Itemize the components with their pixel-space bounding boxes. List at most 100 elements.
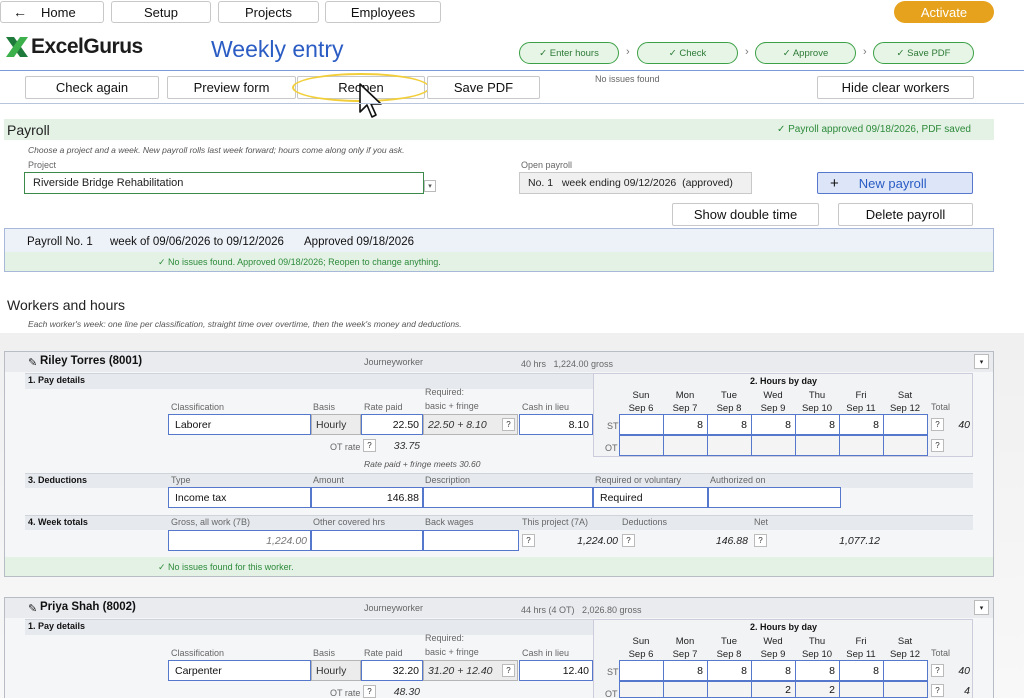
- step-approve[interactable]: ✓ Approve: [755, 42, 856, 64]
- hours-cell[interactable]: [619, 660, 664, 681]
- worker-header: [5, 598, 993, 618]
- ot-cell[interactable]: [619, 435, 664, 456]
- hours-cell[interactable]: 8: [751, 414, 796, 435]
- ot-cell[interactable]: [883, 435, 928, 456]
- back-wages-input[interactable]: [423, 530, 519, 551]
- ot-cell[interactable]: [751, 435, 796, 456]
- st-label: ST: [607, 667, 619, 677]
- pencil-icon[interactable]: ✎: [28, 602, 37, 615]
- section-bar: [25, 473, 973, 488]
- deduction-description-input[interactable]: [423, 487, 593, 508]
- day-header: Tue Sep 8: [716, 636, 742, 660]
- pencil-icon[interactable]: ✎: [28, 356, 37, 369]
- employees-button[interactable]: Employees: [325, 1, 441, 23]
- help-icon[interactable]: ?: [931, 418, 944, 431]
- help-icon[interactable]: ?: [931, 684, 944, 697]
- help-icon[interactable]: ?: [502, 418, 515, 431]
- activate-button[interactable]: Activate: [894, 1, 994, 23]
- help-icon[interactable]: ?: [754, 534, 767, 547]
- hours-cell[interactable]: 8: [839, 414, 884, 435]
- basis-input[interactable]: Hourly: [311, 660, 361, 681]
- deduction-type-input[interactable]: Income tax: [168, 487, 311, 508]
- help-icon[interactable]: ?: [931, 439, 944, 452]
- deductions-total-label: Deductions: [622, 517, 668, 527]
- deduction-required-input[interactable]: Required: [593, 487, 708, 508]
- ot-rate-value: 48.30: [393, 686, 420, 698]
- home-button[interactable]: ← Home: [0, 1, 104, 23]
- hours-cell[interactable]: [883, 414, 928, 435]
- help-icon[interactable]: ?: [363, 439, 376, 452]
- ot-cell[interactable]: [839, 681, 884, 698]
- arrow-left-icon: ←: [13, 4, 27, 20]
- hide-clear-workers-button[interactable]: Hide clear workers: [817, 76, 974, 99]
- total-label: Total: [931, 648, 951, 658]
- rate-paid-label: Rate paid: [364, 402, 403, 412]
- hours-cell[interactable]: 8: [751, 660, 796, 681]
- chevron-right-icon: ›: [745, 46, 749, 58]
- step-enter-hours[interactable]: ✓ Enter hours: [519, 42, 619, 64]
- projects-button[interactable]: Projects: [218, 1, 319, 23]
- ot-cell[interactable]: [795, 435, 840, 456]
- step-save-pdf[interactable]: ✓ Save PDF: [873, 42, 974, 64]
- ot-cell[interactable]: [707, 435, 752, 456]
- pay-details-label: 1. Pay details: [28, 621, 86, 631]
- help-icon[interactable]: ?: [363, 685, 376, 698]
- payroll-approved-status: ✓ Payroll approved 09/18/2026, PDF saved: [776, 124, 971, 135]
- save-pdf-button[interactable]: Save PDF: [427, 76, 540, 99]
- net-label: Net: [754, 517, 769, 527]
- description-label: Description: [425, 475, 471, 485]
- hours-cell[interactable]: 8: [707, 414, 752, 435]
- help-icon[interactable]: ?: [931, 664, 944, 677]
- hours-cell[interactable]: 8: [795, 660, 840, 681]
- step-check[interactable]: ✓ Check: [637, 42, 738, 64]
- hours-cell[interactable]: 8: [839, 660, 884, 681]
- chevron-down-icon[interactable]: ▾: [974, 354, 989, 369]
- hours-cell[interactable]: 8: [707, 660, 752, 681]
- project-select[interactable]: Riverside Bridge Rehabilitation: [24, 172, 424, 194]
- ot-cell[interactable]: 2: [751, 681, 796, 698]
- ot-cell[interactable]: [663, 681, 708, 698]
- ot-cell[interactable]: [707, 681, 752, 698]
- hours-cell[interactable]: [619, 414, 664, 435]
- chevron-down-icon[interactable]: ▾: [974, 600, 989, 615]
- payroll-number: Payroll No. 1: [27, 236, 93, 248]
- setup-button[interactable]: Setup: [111, 1, 211, 23]
- classification-input[interactable]: Laborer: [168, 414, 311, 435]
- hours-cell[interactable]: 8: [795, 414, 840, 435]
- ot-cell[interactable]: [839, 435, 884, 456]
- help-icon[interactable]: ?: [502, 664, 515, 677]
- gross-all-input[interactable]: 1,224.00: [168, 530, 311, 551]
- day-header: Thu Sep 10: [801, 636, 833, 660]
- cash-in-lieu-input[interactable]: 8.10: [519, 414, 593, 435]
- hours-cell[interactable]: 8: [663, 660, 708, 681]
- section-bar: [25, 619, 593, 635]
- hours-cell[interactable]: 8: [663, 414, 708, 435]
- check-again-button[interactable]: Check again: [25, 76, 159, 99]
- open-payroll-select[interactable]: No. 1 week ending 09/12/2026 (approved): [519, 172, 752, 194]
- show-double-time-button[interactable]: Show double time: [672, 203, 819, 226]
- help-icon[interactable]: ?: [522, 534, 535, 547]
- ot-cell[interactable]: [663, 435, 708, 456]
- ot-cell[interactable]: [619, 681, 664, 698]
- chevron-down-icon[interactable]: ▾: [424, 180, 436, 192]
- preview-form-button[interactable]: Preview form: [167, 76, 296, 99]
- ot-cell[interactable]: [883, 681, 928, 698]
- classification-input[interactable]: Carpenter: [168, 660, 311, 681]
- rate-paid-input[interactable]: 32.20: [361, 660, 423, 681]
- delete-payroll-button[interactable]: Delete payroll: [838, 203, 973, 226]
- deductions-total: 146.88: [715, 535, 748, 547]
- ot-cell[interactable]: 2: [795, 681, 840, 698]
- day-header: Mon Sep 7: [672, 390, 698, 414]
- cash-in-lieu-input[interactable]: 12.40: [519, 660, 593, 681]
- pay-details-label: 1. Pay details: [28, 375, 86, 385]
- deduction-amount-input[interactable]: 146.88: [311, 487, 423, 508]
- basis-input[interactable]: Hourly: [311, 414, 361, 435]
- help-icon[interactable]: ?: [622, 534, 635, 547]
- ot-rate-label: OT rate: [330, 688, 361, 698]
- other-hrs-label: Other covered hrs: [313, 517, 386, 527]
- new-payroll-button[interactable]: + New payroll: [817, 172, 973, 194]
- other-hours-input[interactable]: [311, 530, 423, 551]
- rate-paid-input[interactable]: 22.50: [361, 414, 423, 435]
- hours-cell[interactable]: [883, 660, 928, 681]
- deduction-authorized-input[interactable]: [708, 487, 841, 508]
